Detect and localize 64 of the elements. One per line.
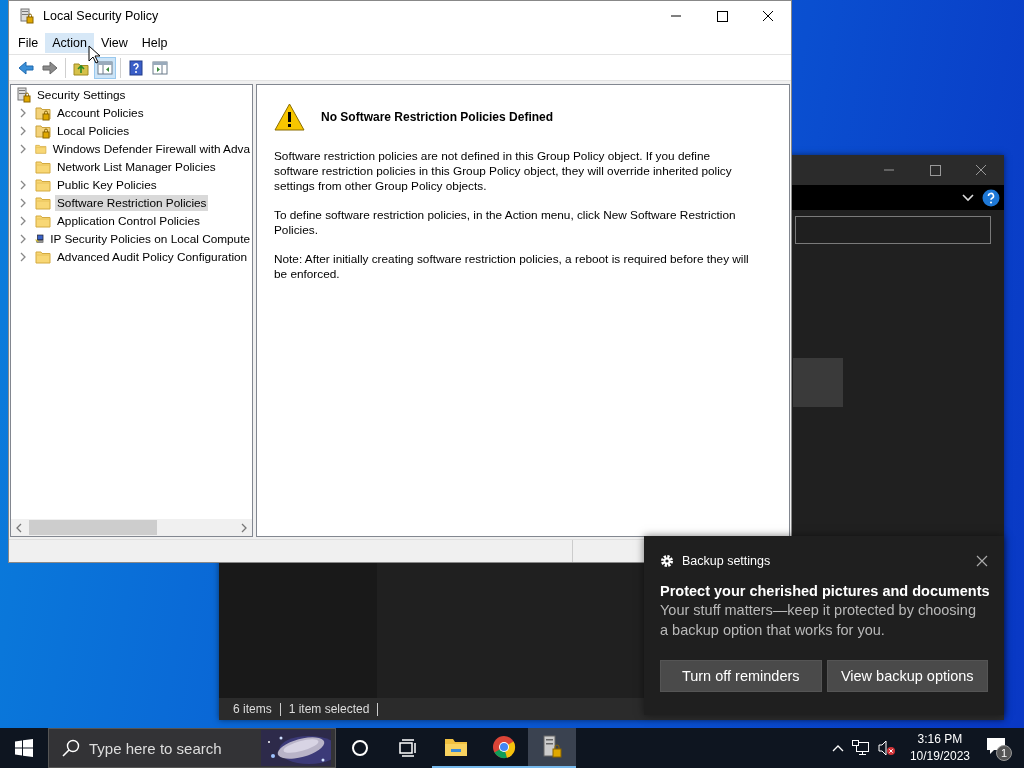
tree-item[interactable]: Software Restriction Policies [55,195,209,211]
close-icon[interactable] [976,555,988,567]
security-policy-icon[interactable] [541,735,563,759]
menu-item[interactable]: View [93,32,135,53]
folder-icon [35,213,51,229]
chevron-down-icon[interactable] [962,193,974,202]
notification-app-name: Backup settings [682,554,772,568]
help-icon[interactable] [129,59,143,76]
paragraph: Note: After initially creating software restriction policies, a reboot is required before they will be enforced. [274,252,750,282]
tree-item[interactable]: Local Policies [55,123,132,139]
notification-title: Protect your cherished pictures and documents [660,583,988,599]
folder-icon [35,249,51,265]
status-text: 1 item selected [280,702,379,716]
paragraph: To define software restriction policies, in the Action menu, click New Software Restriction Policies. [274,208,737,238]
network-icon[interactable] [851,740,870,756]
security-settings-icon [16,87,32,103]
gear-icon [660,554,674,568]
search-field[interactable]: Type here to search [48,728,336,768]
cortana-circle-icon[interactable] [351,739,369,757]
notification-body: Your stuff matters—keep it protected by choosing a backup option that works for you. [660,601,977,640]
folder-icon [35,159,51,175]
properties-pane-icon[interactable] [152,59,168,76]
tree-item[interactable]: Security Settings [35,87,128,103]
notification-count: 1 [996,745,1012,761]
scrollbar-thumb[interactable] [29,520,157,535]
locked-folder-icon [35,123,51,139]
start-icon[interactable] [15,739,33,757]
security-settings-icon [19,8,35,24]
menu-item[interactable]: File [11,32,46,53]
tree-item[interactable]: IP Security Policies on Local Compute [48,231,252,247]
folder-icon [35,177,51,193]
chevron-left-icon[interactable] [15,522,23,533]
tree-pane-icon[interactable] [97,59,113,76]
clock-time[interactable]: 3:16 PM [917,731,963,748]
back-arrow-icon[interactable] [18,60,34,75]
search-icon [62,739,80,757]
menu-item[interactable]: Action [45,32,94,53]
horizontal-scrollbar[interactable] [11,519,252,536]
folder-icon [35,195,51,211]
notification-button[interactable]: Turn off reminders [660,660,822,692]
chevron-right-icon[interactable] [240,522,248,533]
search-field[interactable] [795,216,991,244]
status-text: 6 items [233,702,281,716]
forward-arrow-icon[interactable] [42,60,58,75]
help-icon[interactable] [982,188,1000,207]
window-title: Local Security Policy [43,9,160,23]
chevron-up-icon[interactable] [831,744,844,752]
tree-item[interactable]: Public Key Policies [55,177,159,193]
heading: No Software Restriction Policies Defined [321,110,554,124]
notification-button[interactable]: View backup options [826,660,988,692]
folder-icon[interactable] [444,737,468,757]
locked-folder-icon [35,105,51,121]
tree-item[interactable]: Account Policies [55,105,146,121]
menu-item[interactable]: Help [134,32,175,53]
clock-date[interactable]: 10/19/2023 [909,748,970,765]
tree-item[interactable]: Advanced Audit Policy Configuration [55,249,250,265]
task-view-icon[interactable] [398,739,418,757]
tree-item[interactable]: Application Control Policies [55,213,202,229]
paragraph: Software restriction policies are not defined in this Group Policy object. If you define software restriction policies in this Group Policy object, they will override inherited policy settings from other Group Policy objects. [274,149,733,194]
browser-icon[interactable] [492,735,516,759]
tree-item[interactable]: Windows Defender Firewall with Adva [50,141,252,157]
warning-icon [274,103,305,131]
volume-muted-icon[interactable] [877,740,896,756]
tree-item[interactable]: Network List Manager Policies [55,159,218,175]
